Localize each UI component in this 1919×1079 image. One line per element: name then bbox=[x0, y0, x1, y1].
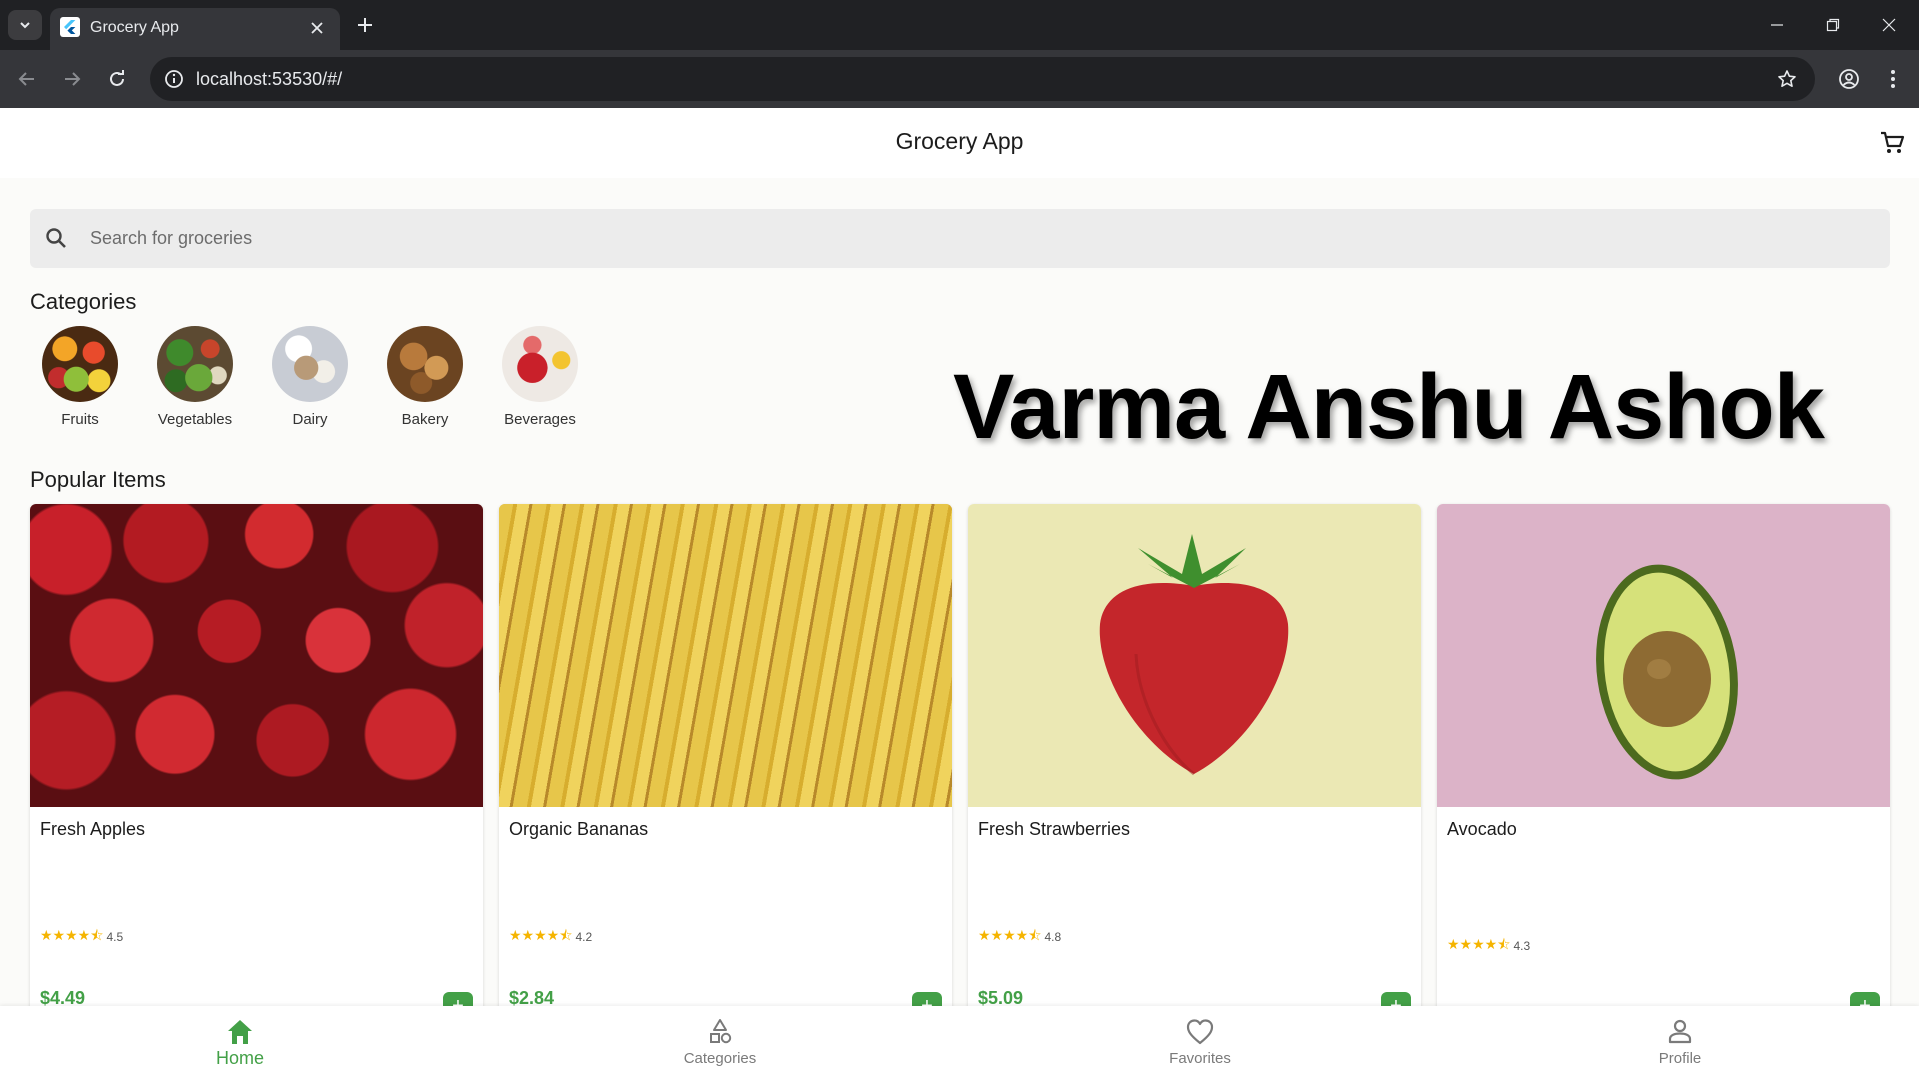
category-label: Dairy bbox=[292, 411, 328, 428]
nav-profile[interactable]: Profile bbox=[1440, 1006, 1919, 1079]
reload-icon[interactable] bbox=[102, 64, 132, 94]
address-bar[interactable]: localhost:53530/#/ bbox=[150, 57, 1815, 101]
product-name: Fresh Strawberries bbox=[978, 819, 1131, 839]
bakery-image bbox=[387, 326, 463, 402]
nav-categories[interactable]: Categories bbox=[480, 1006, 960, 1079]
close-tab-icon[interactable] bbox=[306, 17, 328, 39]
product-name: Organic Bananas bbox=[509, 819, 649, 839]
dairy-image bbox=[272, 326, 348, 402]
product-card-bananas[interactable]: Organic Bananas ★★★★⯪ 4.2 $2.84 + bbox=[499, 504, 952, 1024]
rating-stars-icon: ★★★★⯪ bbox=[1447, 936, 1511, 952]
close-window-icon[interactable] bbox=[1876, 12, 1902, 38]
minimize-icon[interactable] bbox=[1764, 12, 1790, 38]
category-bakery[interactable]: Bakery bbox=[375, 326, 475, 428]
category-label: Fruits bbox=[61, 411, 99, 428]
shopping-cart-icon[interactable] bbox=[1875, 126, 1909, 160]
bottom-navigation-bar: Home Categories Favorites Profile bbox=[0, 1006, 1919, 1079]
browser-tab[interactable]: Grocery App bbox=[50, 8, 340, 50]
watermark-text: Varma Anshu Ashok bbox=[953, 356, 1825, 458]
rating: ★★★★⯪ 4.8 bbox=[978, 925, 1061, 949]
nav-label: Home bbox=[215, 1048, 264, 1068]
rating: ★★★★⯪ 4.5 bbox=[40, 925, 123, 949]
flutter-favicon-icon bbox=[60, 17, 80, 37]
forward-arrow-icon[interactable] bbox=[57, 64, 87, 94]
browser-tab-bar: Grocery App bbox=[0, 0, 1919, 50]
rating-stars-icon: ★★★★⯪ bbox=[509, 927, 573, 943]
home-icon bbox=[228, 1020, 252, 1044]
rating-value: 4.5 bbox=[106, 930, 124, 944]
fruits-image bbox=[42, 326, 118, 402]
search-bar[interactable] bbox=[30, 209, 1890, 268]
category-dairy[interactable]: Dairy bbox=[260, 326, 360, 428]
bananas-image bbox=[499, 504, 952, 807]
browser-menu-icon[interactable] bbox=[1878, 64, 1908, 94]
bookmark-star-icon[interactable] bbox=[1775, 67, 1799, 91]
restore-icon[interactable] bbox=[1820, 12, 1846, 38]
product-card-avocado[interactable]: Avocado ★★★★⯪ 4.3 + bbox=[1437, 504, 1890, 1024]
category-vegetables[interactable]: Vegetables bbox=[145, 326, 245, 428]
nav-label: Categories bbox=[683, 1050, 757, 1067]
profile-account-icon[interactable] bbox=[1834, 64, 1864, 94]
back-arrow-icon[interactable] bbox=[12, 64, 42, 94]
category-label: Bakery bbox=[401, 411, 449, 428]
product-name: Avocado bbox=[1447, 819, 1517, 839]
categories-icon bbox=[710, 1019, 732, 1044]
category-label: Vegetables bbox=[157, 411, 233, 428]
tab-search-button[interactable] bbox=[8, 10, 42, 40]
nav-label: Favorites bbox=[1169, 1050, 1231, 1067]
app-title: Grocery App bbox=[895, 128, 1024, 154]
rating: ★★★★⯪ 4.2 bbox=[509, 925, 592, 949]
categories-heading: Categories bbox=[30, 289, 137, 314]
search-input[interactable] bbox=[90, 209, 1870, 268]
product-card-strawberries[interactable]: Fresh Strawberries ★★★★⯪ 4.8 $5.09 + bbox=[968, 504, 1421, 1024]
beverages-image bbox=[502, 326, 578, 402]
chevron-down-icon bbox=[20, 22, 30, 29]
search-icon bbox=[46, 228, 66, 248]
rating-stars-icon: ★★★★⯪ bbox=[978, 927, 1042, 943]
avocado-image bbox=[1437, 504, 1890, 807]
category-label: Beverages bbox=[504, 411, 576, 428]
site-info-icon[interactable] bbox=[162, 67, 186, 91]
apples-image bbox=[30, 504, 483, 807]
strawberry-image bbox=[968, 504, 1421, 807]
category-fruits[interactable]: Fruits bbox=[30, 326, 130, 428]
nav-label: Profile bbox=[1658, 1050, 1702, 1067]
popular-items-heading: Popular Items bbox=[30, 467, 166, 492]
nav-favorites[interactable]: Favorites bbox=[960, 1006, 1440, 1079]
rating-value: 4.8 bbox=[1044, 930, 1062, 944]
heart-icon bbox=[1186, 1019, 1214, 1045]
person-icon bbox=[1668, 1019, 1692, 1044]
browser-toolbar: localhost:53530/#/ bbox=[0, 50, 1919, 108]
app-bar: Grocery App bbox=[0, 108, 1919, 178]
product-card-apples[interactable]: Fresh Apples ★★★★⯪ 4.5 $4.49 + bbox=[30, 504, 483, 1024]
category-beverages[interactable]: Beverages bbox=[490, 326, 590, 428]
tab-title: Grocery App bbox=[90, 19, 179, 36]
rating-value: 4.2 bbox=[575, 930, 593, 944]
nav-home[interactable]: Home bbox=[0, 1006, 480, 1079]
vegetables-image bbox=[157, 326, 233, 402]
rating: ★★★★⯪ 4.3 bbox=[1447, 934, 1530, 958]
product-name: Fresh Apples bbox=[40, 819, 146, 839]
rating-stars-icon: ★★★★⯪ bbox=[40, 927, 104, 943]
rating-value: 4.3 bbox=[1513, 939, 1531, 953]
new-tab-plus-icon[interactable] bbox=[352, 12, 378, 38]
url-text: localhost:53530/#/ bbox=[196, 69, 343, 89]
